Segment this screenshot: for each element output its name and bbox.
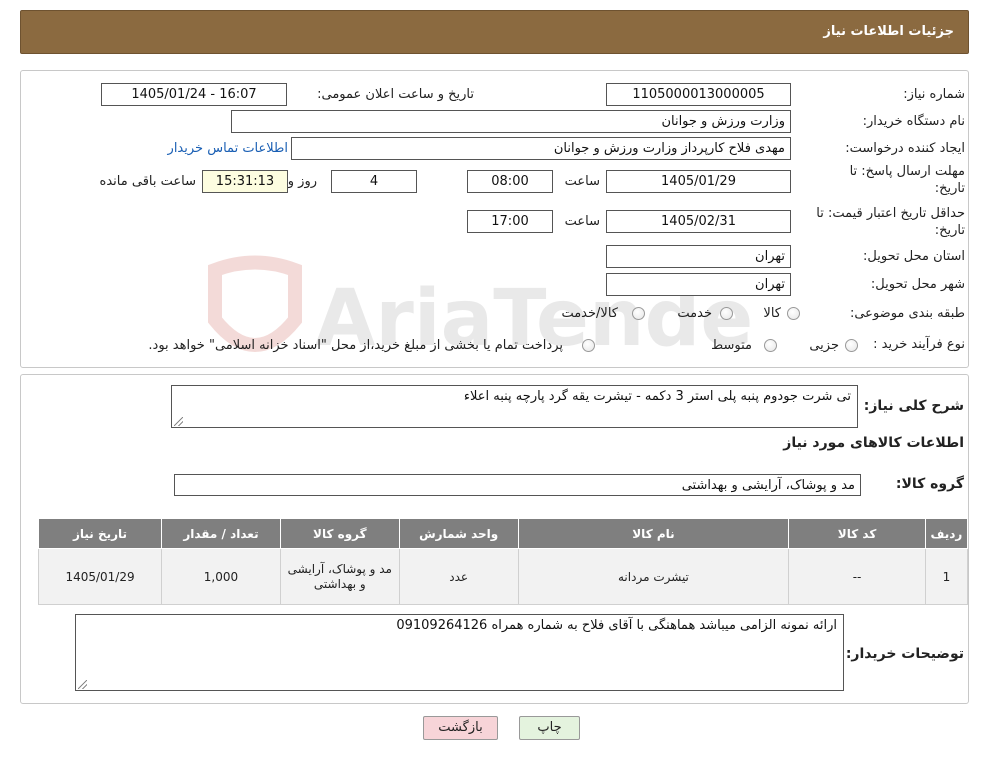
category-option-service: خدمت bbox=[677, 306, 712, 321]
price-validity-label-2: تاریخ: bbox=[934, 223, 965, 238]
price-time-label: ساعت bbox=[564, 214, 600, 229]
price-validity-date: 1405/02/31 bbox=[606, 210, 791, 233]
cell-qty: 1,000 bbox=[161, 548, 281, 605]
purchase-type-label: نوع فرآیند خرید : bbox=[873, 337, 965, 352]
buyer-org-label: نام دستگاه خریدار: bbox=[862, 114, 965, 129]
page-title: جزئیات اطلاعات نیاز bbox=[823, 24, 954, 39]
reply-deadline-label: مهلت ارسال پاسخ: تا bbox=[849, 164, 965, 179]
remaining-time-label: ساعت باقی مانده bbox=[99, 174, 196, 189]
need-number-field: 1105000013000005 bbox=[606, 83, 791, 106]
resize-grip-icon[interactable] bbox=[78, 680, 87, 689]
price-validity-label: حداقل تاریخ اعتبار قیمت: تا bbox=[816, 206, 965, 221]
cell-row: 1 bbox=[924, 548, 969, 605]
days-label: روز و bbox=[287, 174, 317, 189]
col-qty: تعداد / مقدار bbox=[161, 518, 281, 549]
col-code: کد کالا bbox=[788, 518, 926, 549]
items-section-title: اطلاعات کالاهای مورد نیاز bbox=[783, 435, 964, 451]
remaining-time: 15:31:13 bbox=[202, 170, 288, 193]
category-radio-service[interactable] bbox=[720, 307, 733, 320]
buyer-notes-textarea[interactable]: ارائه نمونه الزامی میباشد هماهنگی با آقا… bbox=[75, 614, 844, 691]
province-field: تهران bbox=[606, 245, 791, 268]
back-button[interactable]: بازگشت bbox=[423, 716, 498, 740]
reply-deadline-time: 08:00 bbox=[467, 170, 553, 193]
city-label: شهر محل تحویل: bbox=[870, 277, 965, 292]
page-header: جزئیات اطلاعات نیاز bbox=[20, 10, 969, 54]
buyer-notes-text: ارائه نمونه الزامی میباشد هماهنگی با آقا… bbox=[396, 618, 837, 633]
col-unit: واحد شمارش bbox=[398, 518, 519, 549]
col-group: گروه کالا bbox=[279, 518, 400, 549]
category-radio-goods-service[interactable] bbox=[632, 307, 645, 320]
cell-name: تیشرت مردانه bbox=[517, 548, 790, 605]
buyer-notes-label: توضیحات خریدار: bbox=[845, 646, 964, 662]
cell-unit: عدد bbox=[398, 548, 519, 605]
purchase-option-medium: متوسط bbox=[711, 338, 752, 353]
city-field: تهران bbox=[606, 273, 791, 296]
item-group-label: گروه کالا: bbox=[895, 476, 964, 492]
treasury-note: پرداخت تمام یا بخشی از مبلغ خرید،از محل … bbox=[148, 338, 563, 353]
col-row: ردیف bbox=[924, 518, 969, 549]
purchase-radio-medium[interactable] bbox=[764, 339, 777, 352]
announce-datetime-field: 1405/01/24 - 16:07 bbox=[101, 83, 287, 106]
buyer-org-field: وزارت ورزش و جوانان bbox=[231, 110, 791, 133]
resize-grip-icon[interactable] bbox=[174, 417, 183, 426]
table-header-row: ردیف کد کالا نام کالا واحد شمارش گروه کا… bbox=[37, 518, 969, 549]
province-label: استان محل تحویل: bbox=[863, 249, 965, 264]
category-radio-goods[interactable] bbox=[787, 307, 800, 320]
table-row: 1 -- تیشرت مردانه عدد مد و پوشاک، آرایشی… bbox=[37, 548, 969, 605]
col-name: نام کالا bbox=[517, 518, 790, 549]
cell-code: -- bbox=[788, 548, 926, 605]
requester-field: مهدی فلاح کارپرداز وزارت ورزش و جوانان bbox=[291, 137, 791, 160]
category-option-goods: کالا bbox=[763, 306, 781, 321]
treasury-checkbox[interactable] bbox=[582, 339, 595, 352]
category-label: طبقه بندی موضوعی: bbox=[849, 306, 965, 321]
announce-datetime-label: تاریخ و ساعت اعلان عمومی: bbox=[317, 87, 474, 102]
purchase-option-minor: جزیی bbox=[809, 338, 839, 353]
cell-group: مد و پوشاک، آرایشی و بهداشتی bbox=[279, 548, 400, 605]
print-button[interactable]: چاپ bbox=[519, 716, 580, 740]
need-number-label: شماره نیاز: bbox=[903, 87, 965, 102]
cell-date: 1405/01/29 bbox=[37, 548, 163, 605]
reply-days-count: 4 bbox=[331, 170, 417, 193]
item-group-field: مد و پوشاک، آرایشی و بهداشتی bbox=[174, 474, 861, 496]
requester-label: ایجاد کننده درخواست: bbox=[845, 141, 965, 156]
reply-deadline-label-2: تاریخ: bbox=[934, 181, 965, 196]
buyer-contact-link[interactable]: اطلاعات تماس خریدار bbox=[168, 141, 288, 156]
items-table: ردیف کد کالا نام کالا واحد شمارش گروه کا… bbox=[37, 518, 969, 605]
purchase-radio-minor[interactable] bbox=[845, 339, 858, 352]
summary-text: تی شرت جودوم پنبه پلی استر 3 دکمه - تیشر… bbox=[463, 389, 851, 404]
price-validity-time: 17:00 bbox=[467, 210, 553, 233]
reply-deadline-date: 1405/01/29 bbox=[606, 170, 791, 193]
summary-label: شرح کلی نیاز: bbox=[863, 398, 964, 414]
reply-time-label: ساعت bbox=[564, 174, 600, 189]
category-option-goods-service: کالا/خدمت bbox=[561, 306, 618, 321]
col-date: تاریخ نیاز bbox=[37, 518, 163, 549]
summary-textarea[interactable]: تی شرت جودوم پنبه پلی استر 3 دکمه - تیشر… bbox=[171, 385, 858, 428]
